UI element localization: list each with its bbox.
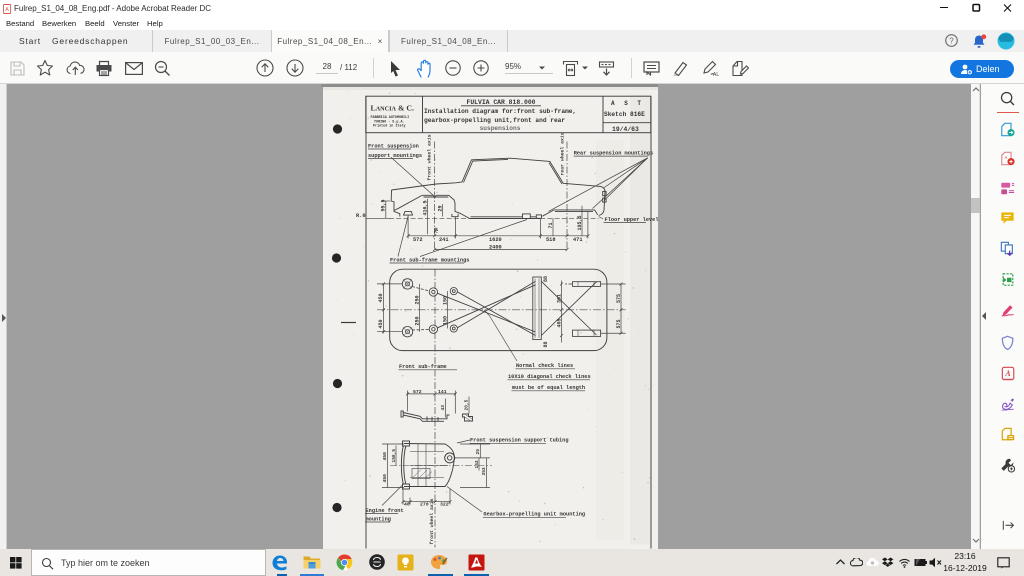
svg-text:Floor upper level: Floor upper level [605, 217, 659, 223]
svg-text:Gearbox-propelling unit mounti: Gearbox-propelling unit mounting [483, 512, 585, 518]
svg-text:FULVIA CAR 818.000: FULVIA CAR 818.000 [466, 99, 535, 106]
svg-text:70: 70 [434, 227, 440, 233]
svg-text:Normal check lines: Normal check lines [516, 363, 573, 369]
svg-text:gearbox-propelling unit,front: gearbox-propelling unit,front and rear [424, 117, 565, 124]
svg-text:40: 40 [404, 501, 410, 507]
svg-text:250: 250 [414, 295, 420, 304]
svg-text:71: 71 [548, 222, 554, 228]
svg-text:suspensions: suspensions [480, 125, 521, 132]
svg-text:2400: 2400 [489, 244, 502, 250]
svg-text:A S T: A S T [611, 100, 644, 107]
svg-text:518: 518 [546, 237, 556, 243]
svg-text:A: A [5, 7, 9, 13]
svg-text:450: 450 [382, 474, 388, 483]
svg-text:support mountings: support mountings [368, 153, 422, 159]
svg-text:front wheel axis: front wheel axis [429, 498, 435, 544]
svg-text:10X10 diagonal check lines: 10X10 diagonal check lines [508, 374, 591, 380]
svg-text:88: 88 [543, 276, 549, 282]
svg-text:195,5: 195,5 [577, 215, 583, 230]
svg-text:575: 575 [616, 294, 622, 303]
svg-text:A: A [1004, 369, 1010, 378]
svg-text:rear wheel axis: rear wheel axis [560, 132, 566, 175]
svg-text:Front sub-frame mountings: Front sub-frame mountings [390, 257, 469, 263]
svg-text:361: 361 [556, 294, 562, 303]
svg-text:141: 141 [438, 389, 447, 395]
svg-text:LANCIA & C.: LANCIA & C. [371, 104, 415, 113]
svg-text:250: 250 [414, 316, 420, 325]
svg-text:19/4/63: 19/4/63 [612, 126, 639, 133]
svg-text:front wheel axis: front wheel axis [427, 134, 433, 180]
svg-text:Printed in Italy: Printed in Italy [373, 124, 406, 129]
svg-text:25: 25 [475, 449, 481, 455]
svg-text:450: 450 [378, 293, 384, 302]
svg-text:150: 150 [442, 316, 448, 325]
svg-text:95,5: 95,5 [381, 199, 387, 211]
svg-text:150: 150 [442, 296, 448, 305]
svg-text:465: 465 [556, 318, 562, 327]
svg-text:153: 153 [474, 460, 480, 468]
svg-text:Rear suspension mountings: Rear suspension mountings [574, 150, 653, 156]
svg-text:Sketch 816E: Sketch 816E [604, 111, 645, 118]
svg-text:572: 572 [413, 237, 423, 243]
svg-text:353: 353 [481, 467, 487, 475]
svg-text:29: 29 [437, 205, 443, 211]
svg-text:450: 450 [382, 452, 388, 461]
svg-text:?: ? [949, 37, 954, 46]
svg-text:20,5: 20,5 [464, 399, 470, 410]
svg-text:Front suspension: Front suspension [368, 144, 419, 150]
svg-text:Engine front: Engine front [366, 508, 404, 514]
svg-text:241: 241 [439, 237, 449, 243]
svg-text:Installation diagram for:front: Installation diagram for:front sub-frame… [424, 108, 576, 115]
svg-text:Front suspension support tubin: Front suspension support tubing [470, 438, 569, 444]
svg-text:A: A [1004, 155, 1008, 160]
svg-text:43: 43 [440, 405, 446, 411]
svg-text:471: 471 [573, 237, 583, 243]
svg-text:416,5: 416,5 [422, 200, 428, 215]
svg-text:450: 450 [378, 319, 384, 328]
svg-text:1620: 1620 [489, 237, 502, 243]
svg-text:322: 322 [440, 501, 449, 507]
svg-text:575: 575 [616, 319, 622, 328]
svg-text:270: 270 [420, 501, 429, 507]
svg-text:88: 88 [543, 341, 549, 347]
svg-text:150,5: 150,5 [391, 449, 397, 463]
svg-text:572: 572 [413, 389, 422, 395]
svg-text:AL: AL [713, 72, 719, 77]
svg-text:must be of equal length: must be of equal length [512, 385, 585, 391]
svg-text:mounting: mounting [366, 516, 391, 522]
svg-text:TORINO - S.p.A.: TORINO - S.p.A. [374, 120, 405, 124]
svg-text:Front sub-frame: Front sub-frame [399, 364, 447, 370]
svg-text:R.0: R.0 [356, 213, 366, 219]
